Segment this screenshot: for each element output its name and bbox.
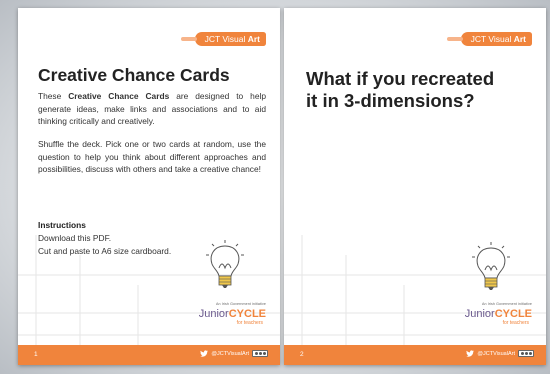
card-question: What if you recreated it in 3-dimensions…: [306, 68, 495, 111]
shuffle-paragraph: Shuffle the deck. Pick one or two cards …: [38, 139, 266, 175]
twitter-handle: @JCTVisualArt: [211, 350, 249, 357]
brand-prefix: JCT Visual: [470, 34, 514, 44]
brand-bold: Art: [513, 34, 526, 44]
logo-cycle: CYCLE: [494, 308, 532, 320]
logo-small-text: An Irish Government initiative: [216, 302, 266, 306]
twitter-icon: [200, 350, 209, 357]
intro-before: These: [38, 91, 69, 101]
card-title: Creative Chance Cards: [38, 65, 230, 85]
card-page-2: JCT Visual Art What if you recreated it …: [284, 8, 546, 365]
intro-paragraph: These Creative Chance Cards are designed…: [38, 90, 266, 128]
junior-cycle-logo: An Irish Government initiative JuniorCYC…: [199, 302, 266, 326]
logo-small-text: An Irish Government initiative: [482, 302, 532, 306]
brand-prefix: JCT Visual: [204, 34, 248, 44]
intro-bold: Creative Chance Cards: [68, 91, 170, 101]
logo-cycle: CYCLE: [228, 308, 266, 320]
card-page-1: JCT Visual Art Creative Chance Cards The…: [18, 8, 280, 365]
twitter-icon: [466, 350, 475, 357]
junior-cycle-logo: An Irish Government initiative JuniorCYC…: [465, 302, 532, 326]
twitter-handle: @JCTVisualArt: [477, 350, 515, 357]
creative-commons-icon: [518, 350, 534, 357]
instruction-line: Cut and paste to A6 size cardboard.: [38, 246, 172, 256]
lightbulb-icon: [206, 240, 244, 288]
page-number: 2: [300, 351, 304, 358]
instruction-line: Download this PDF.: [38, 233, 112, 243]
creative-commons-icon: [252, 350, 268, 357]
logo-sub: for teachers: [502, 320, 529, 326]
logo-sub: for teachers: [236, 320, 263, 326]
page-footer: 1 @JCTVisualArt: [18, 345, 280, 365]
lightbulb-icon: [472, 242, 510, 290]
logo-junior: Junior: [198, 308, 229, 320]
instructions-heading: Instructions: [38, 220, 86, 230]
page-number: 1: [34, 351, 38, 358]
page-footer: 2 @JCTVisualArt: [284, 345, 546, 365]
logo-junior: Junior: [464, 308, 495, 320]
brand-tab: JCT Visual Art: [180, 32, 266, 46]
brand-tab: JCT Visual Art: [446, 32, 532, 46]
brand-bold: Art: [247, 34, 260, 44]
